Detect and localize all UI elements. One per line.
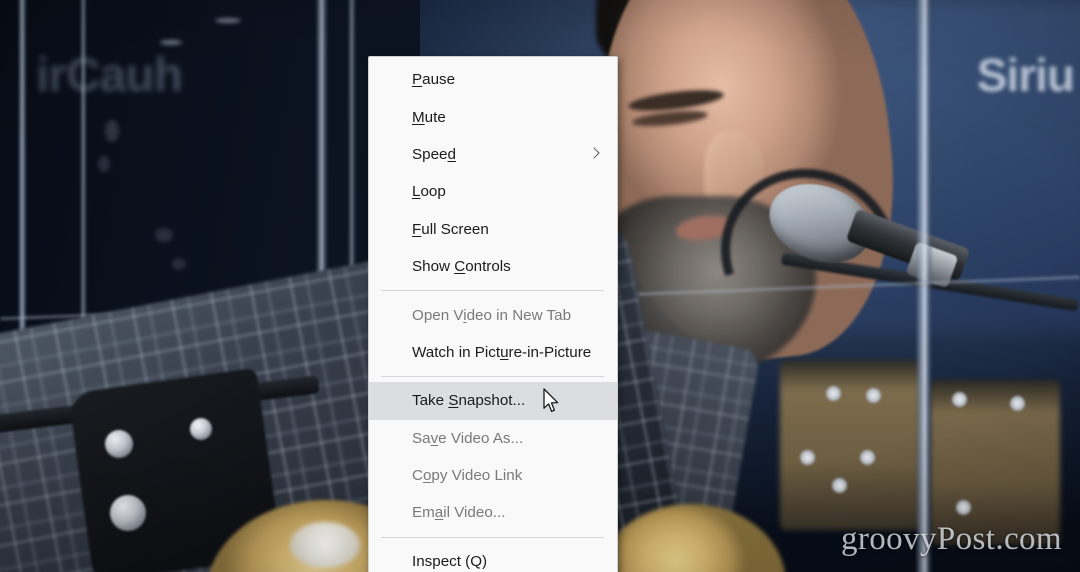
menu-item-email-video: Email Video...	[369, 494, 617, 531]
light-speck	[160, 40, 182, 45]
drum-lug	[800, 450, 815, 465]
chevron-right-icon	[587, 147, 601, 161]
menu-item-label: Show Controls	[412, 258, 511, 276]
menu-item-label: Take Snapshot...	[412, 392, 526, 410]
menu-item-label: Save Video As...	[412, 429, 524, 447]
menu-separator	[381, 536, 604, 538]
drum	[780, 360, 920, 530]
menu-item-mute[interactable]: Mute	[369, 98, 617, 135]
watermark: groovyPost.com	[840, 521, 1062, 557]
light-speck	[98, 156, 110, 172]
menu-item-label: Speed	[412, 145, 456, 163]
light-speck	[105, 120, 119, 142]
light-speck	[155, 228, 173, 242]
menu-item-label: Inspect (Q)	[412, 552, 488, 570]
video-player-screen: irCauh Siriu groovyPost.com Pause Mute S…	[0, 0, 1080, 572]
menu-item-copy-video-link: Copy Video Link	[369, 457, 617, 494]
menu-item-speed[interactable]: Speed	[369, 136, 617, 173]
light-speck	[215, 18, 241, 23]
menu-item-label: Watch in Picture-in-Picture	[412, 343, 592, 361]
menu-item-label: Open Video in New Tab	[412, 306, 572, 324]
drum-lug	[826, 386, 841, 401]
stand-knob	[110, 495, 146, 531]
drum-lug	[1010, 396, 1025, 411]
menu-item-open-video-in-new-tab: Open Video in New Tab	[369, 296, 617, 333]
menu-item-pause[interactable]: Pause	[369, 61, 617, 98]
menu-item-label: Email Video...	[412, 504, 506, 522]
video-context-menu[interactable]: Pause Mute Speed Loop Full Screen Show Contro…	[368, 56, 618, 572]
drum-lug	[866, 388, 881, 403]
menu-item-loop[interactable]: Loop	[369, 173, 617, 210]
menu-item-show-controls[interactable]: Show Controls	[369, 248, 617, 285]
drum-lug	[860, 450, 875, 465]
stand-knob	[105, 430, 133, 458]
light-speck	[172, 258, 186, 270]
backdrop-text-right: Siriu	[976, 49, 1075, 101]
menu-separator	[381, 376, 604, 378]
backdrop-text-left: irCauh	[36, 49, 183, 102]
menu-item-take-snapshot[interactable]: Take Snapshot...	[369, 382, 617, 420]
menu-item-label: Mute	[412, 108, 446, 126]
drum-lug	[832, 478, 847, 493]
drum-lug	[952, 392, 967, 407]
menu-separator	[381, 290, 604, 292]
menu-item-full-screen[interactable]: Full Screen	[369, 211, 617, 248]
menu-item-watch-in-picture-in-picture[interactable]: Watch in Picture-in-Picture	[369, 334, 617, 371]
menu-item-inspect-q[interactable]: Inspect (Q)	[369, 543, 617, 572]
menu-item-save-video-as: Save Video As...	[369, 420, 617, 457]
menu-item-label: Copy Video Link	[412, 467, 523, 485]
menu-item-label: Loop	[412, 183, 446, 201]
stand-knob	[190, 418, 212, 440]
menu-item-label: Pause	[412, 71, 456, 89]
drum-lug	[956, 500, 971, 515]
guitar-soundhole	[290, 522, 360, 568]
menu-item-label: Full Screen	[412, 220, 489, 238]
